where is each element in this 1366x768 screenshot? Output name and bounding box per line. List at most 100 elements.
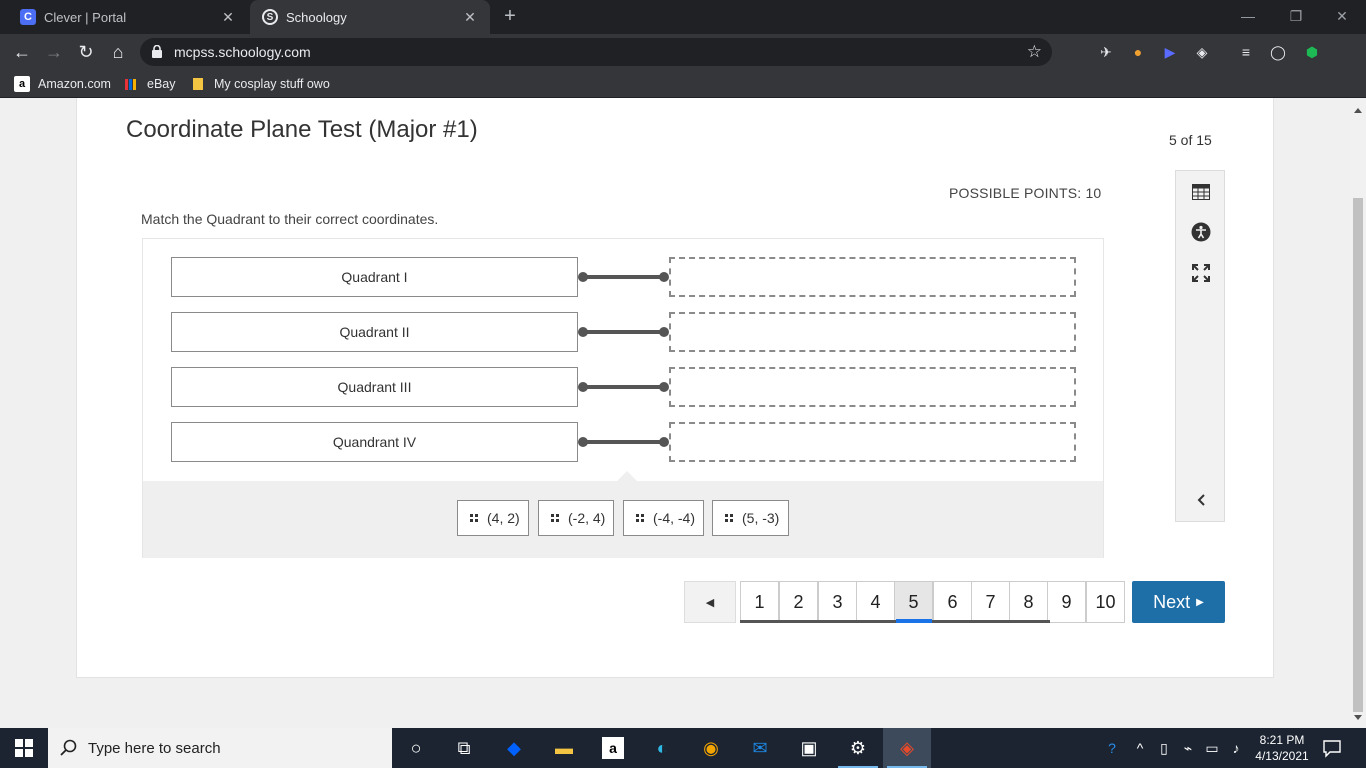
quadrant-3-label: Quadrant III bbox=[171, 367, 578, 407]
bookmark-star-icon[interactable]: ☆ bbox=[1027, 42, 1042, 62]
close-tab-icon[interactable]: ✕ bbox=[218, 9, 238, 26]
extension-icon[interactable]: ● bbox=[1128, 42, 1148, 62]
minimize-icon[interactable]: — bbox=[1228, 4, 1268, 28]
next-arrow-icon: ▶ bbox=[1196, 596, 1204, 608]
page-scrollbar[interactable] bbox=[1350, 98, 1366, 728]
accessibility-icon[interactable] bbox=[1190, 221, 1212, 243]
drop-zone-3[interactable] bbox=[669, 367, 1076, 407]
forward-icon[interactable]: → bbox=[42, 40, 66, 64]
page-viewport: Coordinate Plane Test (Major #1) 5 of 15… bbox=[0, 98, 1350, 728]
back-icon[interactable]: ← bbox=[10, 40, 34, 64]
page-button[interactable]: 10 bbox=[1086, 581, 1125, 623]
close-window-icon[interactable]: ✕ bbox=[1322, 4, 1362, 28]
page-button[interactable]: 4 bbox=[856, 581, 895, 623]
cortana-icon[interactable]: ○ bbox=[392, 728, 440, 768]
tab-schoology[interactable]: S Schoology ✕ bbox=[250, 0, 490, 34]
amazon-icon: a bbox=[14, 76, 30, 92]
bookmark-folder[interactable]: My cosplay stuff owo bbox=[190, 76, 330, 92]
dropbox-icon[interactable]: ◆ bbox=[490, 728, 538, 768]
tray-notch bbox=[617, 471, 637, 481]
connector bbox=[578, 382, 669, 392]
scroll-up-icon[interactable] bbox=[1354, 108, 1362, 113]
page-button[interactable]: 9 bbox=[1047, 581, 1086, 623]
browser-toolbar: ← → ↻ ⌂ mcpss.schoology.com ☆ ✈ ● ▶ ◈ ≡ … bbox=[0, 34, 1366, 70]
choice-chip[interactable]: (5, -3) bbox=[712, 500, 789, 536]
battery-icon[interactable]: ▭ bbox=[1202, 738, 1222, 758]
page-button[interactable]: 8 bbox=[1009, 581, 1048, 623]
previous-page-button[interactable]: ◀ bbox=[684, 581, 736, 623]
calculator-icon[interactable] bbox=[1190, 181, 1212, 203]
bookmark-amazon[interactable]: a Amazon.com bbox=[14, 76, 111, 92]
question-prompt: Match the Quadrant to their correct coor… bbox=[141, 211, 439, 227]
tools-panel bbox=[1175, 170, 1225, 522]
page-button-current[interactable]: 5 bbox=[894, 581, 933, 623]
bookmark-label: My cosplay stuff owo bbox=[214, 77, 330, 91]
shield-icon[interactable]: ⬢ bbox=[1302, 42, 1322, 62]
choice-chip[interactable]: (-4, -4) bbox=[623, 500, 704, 536]
ebay-icon bbox=[123, 76, 139, 92]
file-explorer-icon[interactable]: ▬ bbox=[540, 728, 588, 768]
clock-date: 4/13/2021 bbox=[1255, 749, 1309, 763]
page-button[interactable]: 7 bbox=[971, 581, 1010, 623]
show-hidden-icons-icon[interactable]: ^ bbox=[1130, 738, 1150, 758]
browser-app-icon[interactable]: ◉ bbox=[687, 728, 735, 768]
taskbar-search[interactable]: Type here to search bbox=[48, 728, 392, 768]
address-bar[interactable]: mcpss.schoology.com ☆ bbox=[140, 38, 1052, 66]
page-button[interactable]: 1 bbox=[740, 581, 779, 623]
bookmark-ebay[interactable]: eBay bbox=[123, 76, 176, 92]
notifications-icon[interactable] bbox=[1322, 738, 1342, 758]
network-icon[interactable]: ⌁ bbox=[1178, 738, 1198, 758]
extension-icon[interactable]: ◈ bbox=[1192, 42, 1212, 62]
scroll-down-icon[interactable] bbox=[1354, 715, 1362, 720]
amazon-app-icon[interactable]: a bbox=[589, 728, 637, 768]
choice-chip[interactable]: (-2, 4) bbox=[538, 500, 614, 536]
help-icon[interactable]: ? bbox=[1102, 738, 1122, 758]
task-view-icon[interactable]: ⧉ bbox=[440, 728, 488, 768]
extension-icon[interactable]: ▶ bbox=[1160, 42, 1180, 62]
edge-icon[interactable]: ◐ bbox=[638, 728, 686, 768]
profile-icon[interactable]: ◯ bbox=[1268, 42, 1288, 62]
bookmark-label: Amazon.com bbox=[38, 77, 111, 91]
chrome-app-icon[interactable]: ◈ bbox=[883, 728, 931, 768]
media-queue-icon[interactable]: ≡ bbox=[1236, 42, 1256, 62]
tab-clever[interactable]: C Clever | Portal ✕ bbox=[8, 0, 248, 34]
connector bbox=[578, 437, 669, 447]
drop-zone-1[interactable] bbox=[669, 257, 1076, 297]
drop-zone-2[interactable] bbox=[669, 312, 1076, 352]
lock-icon bbox=[152, 45, 162, 58]
bookmark-label: eBay bbox=[147, 77, 176, 91]
page-button[interactable]: 3 bbox=[818, 581, 857, 623]
volume-icon[interactable]: ♪ bbox=[1226, 738, 1246, 758]
page-button[interactable]: 6 bbox=[933, 581, 972, 623]
settings-gear-icon[interactable]: ⚙ bbox=[834, 728, 882, 768]
page-title: Coordinate Plane Test (Major #1) bbox=[126, 116, 478, 143]
next-button[interactable]: Next ▶ bbox=[1132, 581, 1225, 623]
browser-tab-bar: C Clever | Portal ✕ S Schoology ✕ + — ❐ … bbox=[0, 0, 1366, 34]
device-icon[interactable]: ▯ bbox=[1154, 738, 1174, 758]
match-row: Quadrant I bbox=[171, 257, 1077, 297]
store-icon[interactable]: ▣ bbox=[785, 728, 833, 768]
tab-title: Clever | Portal bbox=[44, 9, 127, 25]
page-button[interactable]: 2 bbox=[779, 581, 818, 623]
new-tab-icon[interactable]: + bbox=[500, 6, 520, 28]
system-clock[interactable]: 8:21 PM 4/13/2021 bbox=[1252, 732, 1312, 764]
drag-handle-icon bbox=[636, 514, 644, 522]
tab-title: Schoology bbox=[286, 9, 347, 25]
restore-icon[interactable]: ❐ bbox=[1276, 4, 1316, 28]
choice-chip[interactable]: (4, 2) bbox=[457, 500, 529, 536]
windows-start-icon[interactable] bbox=[0, 728, 48, 768]
clock-time: 8:21 PM bbox=[1259, 733, 1305, 747]
connector bbox=[578, 327, 669, 337]
drop-zone-4[interactable] bbox=[669, 422, 1076, 462]
scrollbar-thumb[interactable] bbox=[1353, 198, 1363, 712]
fullscreen-icon[interactable] bbox=[1190, 262, 1212, 284]
current-page-indicator bbox=[896, 619, 932, 623]
collapse-panel-icon[interactable] bbox=[1190, 489, 1212, 511]
search-placeholder: Type here to search bbox=[88, 739, 221, 757]
reload-icon[interactable]: ↻ bbox=[74, 40, 98, 64]
home-icon[interactable]: ⌂ bbox=[106, 40, 130, 64]
match-row: Quadrant II bbox=[171, 312, 1077, 352]
extension-icon[interactable]: ✈ bbox=[1096, 42, 1116, 62]
close-tab-icon[interactable]: ✕ bbox=[460, 9, 480, 26]
mail-icon[interactable]: ✉ bbox=[736, 728, 784, 768]
